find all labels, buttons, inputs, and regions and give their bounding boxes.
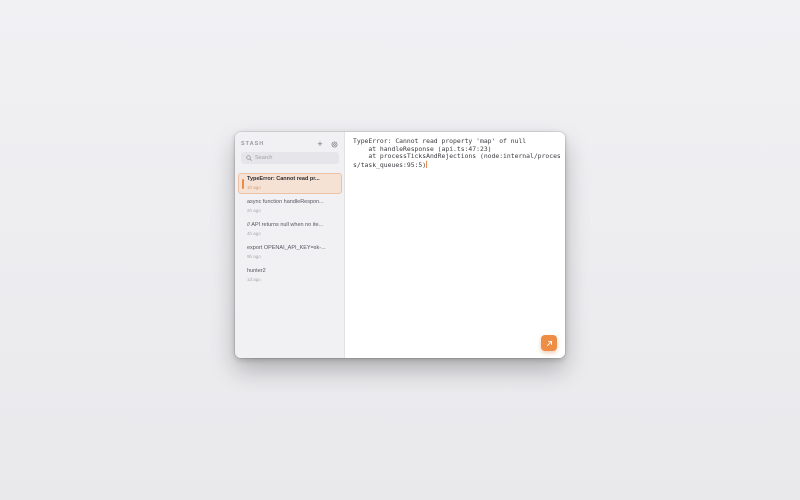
search-input[interactable]: [255, 155, 335, 161]
snippet-title: hunter2: [247, 268, 266, 274]
search-box[interactable]: [241, 152, 339, 164]
snippet-item[interactable]: export OPENAI_API_KEY=sk-... 9h ago: [238, 242, 342, 263]
snippet-title: // API returns null when no ite...: [247, 222, 324, 228]
snippet-time: 1h ago: [247, 185, 261, 190]
snippet-item[interactable]: async function handleRespon... 2h ago: [238, 196, 342, 217]
plus-icon: +: [317, 138, 323, 149]
snippet-title: TypeError: Cannot read pr...: [247, 176, 320, 182]
text-caret: [426, 160, 428, 168]
snippet-editor[interactable]: TypeError: Cannot read property 'map' of…: [345, 132, 565, 358]
settings-button[interactable]: [329, 139, 339, 149]
sidebar-header: STASH +: [241, 136, 339, 152]
app-title: STASH: [241, 141, 265, 147]
snippet-title: async function handleRespon...: [247, 199, 324, 205]
search-icon: [246, 155, 252, 161]
snippet-time: 4h ago: [247, 231, 261, 236]
snippet-list: TypeError: Cannot read pr... 1h ago asyn…: [238, 173, 342, 288]
new-snippet-button[interactable]: +: [315, 139, 325, 149]
snippet-content[interactable]: TypeError: Cannot read property 'map' of…: [353, 137, 563, 169]
snippet-text: TypeError: Cannot read property 'map' of…: [353, 137, 561, 169]
snippet-time: 1d ago: [247, 277, 261, 282]
snippet-item-selected[interactable]: TypeError: Cannot read pr... 1h ago: [238, 173, 342, 194]
selection-indicator: [242, 179, 244, 189]
snippet-time: 9h ago: [247, 254, 261, 259]
sidebar: STASH + TypeError: Cannot read pr...: [235, 132, 345, 358]
app-window: STASH + TypeError: Cannot read pr...: [235, 132, 565, 358]
gear-icon: [331, 141, 337, 147]
snippet-title: export OPENAI_API_KEY=sk-...: [247, 245, 326, 251]
arrow-up-right-icon: [546, 340, 552, 346]
snippet-time: 2h ago: [247, 208, 261, 213]
open-snippet-button[interactable]: [541, 335, 557, 351]
snippet-item[interactable]: // API returns null when no ite... 4h ag…: [238, 219, 342, 240]
snippet-item[interactable]: hunter2 1d ago: [238, 265, 342, 286]
